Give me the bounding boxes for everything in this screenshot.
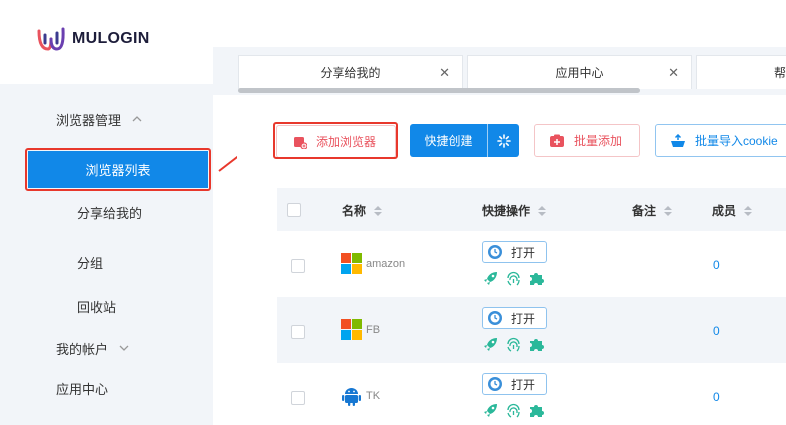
browser-name-label: TK: [366, 389, 381, 402]
sidebar-item-my-account[interactable]: 我的帐户: [0, 330, 213, 366]
open-label: 打开: [511, 311, 536, 326]
row-checkbox[interactable]: [291, 259, 305, 273]
highlight-box: [273, 122, 398, 159]
mulogin-logo-icon: [37, 27, 65, 51]
tab-label: 分享给我的: [320, 66, 381, 80]
select-all-checkbox[interactable]: [287, 203, 301, 217]
table-row[interactable]: amazon 打开 0: [277, 231, 786, 297]
open-label: 打开: [511, 377, 536, 392]
column-header-name[interactable]: 名称: [342, 202, 383, 219]
row-checkbox[interactable]: [291, 391, 305, 405]
fingerprint-icon[interactable]: [505, 402, 522, 419]
spinner-icon[interactable]: [488, 133, 519, 148]
sidebar-item-label: 我的帐户: [56, 341, 109, 357]
sidebar-item-label: 分享给我的: [77, 205, 143, 221]
tab-scrollbar[interactable]: [238, 88, 640, 93]
quick-action-icons: [482, 336, 545, 353]
sort-icon[interactable]: [538, 205, 547, 216]
tab-app-center[interactable]: 应用中心 ✕: [467, 55, 692, 89]
quick-create-label: 快捷创建: [424, 134, 473, 148]
batch-import-cookie-label: 批量导入cookie: [695, 134, 778, 148]
column-header-note[interactable]: 备注: [632, 202, 673, 219]
sort-icon[interactable]: [744, 205, 753, 216]
rocket-icon[interactable]: [482, 402, 499, 419]
plugin-icon[interactable]: [528, 402, 545, 419]
batch-add-button[interactable]: 批量添加: [534, 124, 640, 157]
browser-name: amazon: [341, 253, 405, 274]
open-label: 打开: [511, 245, 536, 260]
side-menu: 浏览器管理 分享给我的 分组 回收站 我的帐户 应用中心: [0, 84, 213, 425]
quick-action-icons: [482, 402, 545, 419]
windows-icon: [341, 253, 362, 274]
sidebar-item-recycle-bin[interactable]: 回收站: [0, 288, 213, 324]
plugin-icon[interactable]: [528, 270, 545, 287]
column-header-members[interactable]: 成员: [712, 202, 753, 219]
open-button[interactable]: 打开: [482, 307, 547, 329]
column-header-label: 名称: [342, 204, 367, 218]
quick-action-icons: [482, 270, 545, 287]
sidebar-item-shared-with-me[interactable]: 分享给我的: [0, 194, 213, 230]
sidebar-item-label: 应用中心: [56, 381, 109, 397]
tab-help[interactable]: 帮: [696, 55, 786, 89]
windows-icon: [341, 319, 362, 340]
tab-bar: 分享给我的 ✕ 应用中心 ✕ 帮: [213, 47, 786, 95]
rocket-icon[interactable]: [482, 270, 499, 287]
column-header-label: 成员: [712, 204, 737, 218]
browser-icon: [487, 310, 503, 326]
batch-add-icon: [549, 134, 565, 148]
sidebar-item-label: 浏览器管理: [56, 112, 122, 128]
tab-label: 应用中心: [555, 66, 604, 80]
logo: MULOGIN: [36, 24, 150, 54]
android-icon: [341, 385, 362, 406]
members-count[interactable]: 0: [713, 258, 720, 272]
close-icon[interactable]: ✕: [439, 65, 450, 81]
brand-name: MULOGIN: [72, 30, 150, 47]
open-button[interactable]: 打开: [482, 373, 547, 395]
highlight-box: [25, 148, 211, 191]
table-row[interactable]: FB 打开 0: [277, 297, 786, 363]
browser-icon: [487, 376, 503, 392]
browser-name: TK: [341, 385, 380, 406]
table-row[interactable]: TK 打开 0: [277, 363, 786, 425]
open-button[interactable]: 打开: [482, 241, 547, 263]
rocket-icon[interactable]: [482, 336, 499, 353]
browser-name-label: amazon: [366, 257, 406, 270]
members-count[interactable]: 0: [713, 390, 720, 404]
sidebar: MULOGIN 浏览器管理 分享给我的 分组 回收站 我的帐户 应用中心 浏览器: [0, 0, 213, 425]
sidebar-item-label: 回收站: [77, 299, 117, 315]
column-header-quick-actions[interactable]: 快捷操作: [482, 202, 547, 219]
table-header: 名称 快捷操作 备注 成员: [277, 188, 786, 231]
import-icon: [670, 133, 686, 148]
close-icon[interactable]: ✕: [668, 65, 679, 81]
row-checkbox[interactable]: [291, 325, 305, 339]
sidebar-item-app-center[interactable]: 应用中心: [0, 370, 213, 406]
plugin-icon[interactable]: [528, 336, 545, 353]
tab-shared-with-me[interactable]: 分享给我的 ✕: [238, 55, 463, 89]
quick-create-button[interactable]: 快捷创建: [410, 124, 519, 157]
browser-icon: [487, 244, 503, 260]
fingerprint-icon[interactable]: [505, 336, 522, 353]
browser-name-label: FB: [366, 323, 381, 336]
sort-icon[interactable]: [374, 205, 383, 216]
column-header-label: 备注: [632, 204, 657, 218]
chevron-down-icon: [118, 344, 130, 352]
column-header-label: 快捷操作: [482, 204, 531, 218]
sidebar-item-browser-management[interactable]: 浏览器管理: [0, 101, 213, 137]
tab-label: 帮: [774, 66, 786, 80]
sidebar-item-groups[interactable]: 分组: [0, 244, 213, 280]
batch-import-cookie-button[interactable]: 批量导入cookie: [655, 124, 786, 157]
fingerprint-icon[interactable]: [505, 270, 522, 287]
batch-add-label: 批量添加: [574, 134, 623, 148]
chevron-up-icon: [131, 115, 143, 123]
sidebar-item-label: 分组: [77, 255, 104, 271]
members-count[interactable]: 0: [713, 324, 720, 338]
sort-icon[interactable]: [664, 205, 673, 216]
browser-name: FB: [341, 319, 380, 340]
